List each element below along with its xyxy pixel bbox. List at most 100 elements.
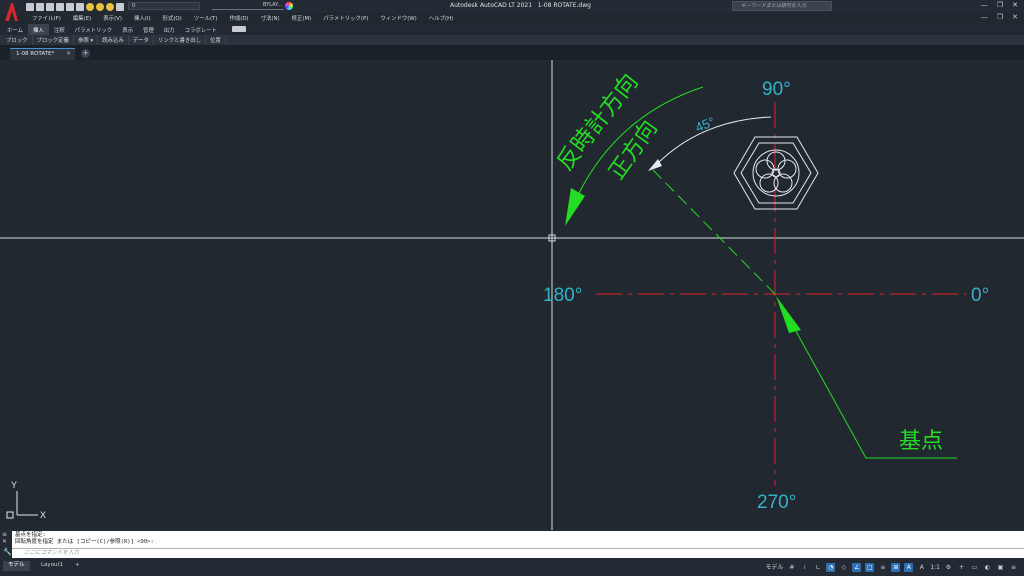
drawing-viewport[interactable]: 90° 180° 0° 270° 45° 反時計方向 正方向 基点 Y X	[0, 60, 1024, 530]
app-name: Autodesk AutoCAD LT 2021	[450, 2, 533, 9]
command-line-area: ≡ ✕ 基点を指定: 回転角度を指定 または [コピー(C)/参照(R)] <90…	[0, 530, 1024, 560]
lock-icon[interactable]	[106, 2, 114, 11]
polar-tracking-icon[interactable]: ◔	[826, 563, 836, 572]
angle-label-90: 90°	[762, 79, 791, 100]
isodraft-icon[interactable]: ◇	[839, 563, 848, 572]
customization-menu-icon[interactable]: ≡	[1009, 563, 1018, 572]
tab-home[interactable]: ホーム	[2, 24, 28, 35]
angle-label-180: 180°	[543, 285, 582, 306]
save-icon[interactable]	[46, 2, 54, 11]
ucs-y-label: Y	[11, 480, 17, 490]
tab-view[interactable]: 表示	[117, 24, 138, 35]
menu-draw[interactable]: 作成(D)	[223, 13, 254, 22]
command-input[interactable]: ここにコマンドを入力	[12, 548, 1024, 558]
menu-format[interactable]: 形式(O)	[157, 13, 188, 22]
doc-close-icon[interactable]: ✕	[1012, 13, 1018, 21]
clean-screen-icon[interactable]: ▣	[996, 563, 1005, 572]
object-snap-tracking-icon[interactable]: ∠	[852, 563, 862, 572]
color-wheel-icon[interactable]	[285, 2, 293, 10]
customize-wrench-icon[interactable]: 🔧	[3, 548, 12, 556]
close-tab-icon[interactable]: ×	[66, 49, 71, 59]
annotation-scale[interactable]: 1:1	[930, 563, 940, 572]
print-icon[interactable]	[66, 2, 74, 11]
new-file-icon[interactable]	[26, 2, 34, 11]
tab-collaborate[interactable]: コラボレート	[180, 24, 222, 35]
status-bar: モデル Layout1 + モデル # ⁞ ∟ ◔ ◇ ∠ □ ≡ ⊞ A A …	[0, 560, 1024, 576]
layer-dropdown[interactable]: 0	[128, 2, 200, 10]
command-history-icon[interactable]: ≡ ✕	[2, 531, 7, 545]
selection-cycling-icon[interactable]: ⊞	[891, 563, 901, 572]
menu-edit[interactable]: 編集(E)	[67, 13, 97, 22]
add-layout-button[interactable]: +	[70, 561, 85, 571]
panel-reference[interactable]: 参照 ▾	[74, 35, 99, 45]
panel-link-extract[interactable]: リンクと書き出し	[154, 35, 207, 45]
auto-scale-icon[interactable]: A	[917, 563, 926, 572]
menu-window[interactable]: ウィンドウ(W)	[374, 13, 423, 22]
isolate-objects-icon[interactable]: ◐	[983, 563, 992, 572]
panel-import[interactable]: 読み込み	[98, 35, 129, 45]
hardware-acceleration-icon[interactable]: ▭	[970, 563, 979, 572]
tab-output[interactable]: 出力	[159, 24, 180, 35]
menu-parametric[interactable]: パラメトリック(P)	[317, 13, 374, 22]
base-point-label: 基点	[899, 429, 943, 454]
search-input[interactable]: キーワードまたは語句を入力	[732, 1, 832, 11]
linetype-dropdown[interactable]: BYLAY...	[212, 2, 284, 10]
minimize-icon[interactable]: —	[981, 1, 988, 9]
title-bar: 0 BYLAY... Autodesk AutoCAD LT 2021 1-08…	[0, 0, 1024, 21]
status-toggles: モデル # ⁞ ∟ ◔ ◇ ∠ □ ≡ ⊞ A A 1:1 ⚙ + ▭ ◐ ▣ …	[765, 563, 1018, 572]
restore-icon[interactable]: ❐	[997, 1, 1003, 9]
file-tab[interactable]: 1-08 ROTATE* ×	[10, 48, 75, 60]
ribbon-tabs: ホーム 挿入 注釈 パラメトリック 表示 管理 出力 コラボレート	[0, 24, 1024, 35]
angle-label-270: 270°	[757, 492, 796, 513]
ribbon-toggle-button[interactable]	[231, 26, 246, 32]
tab-manage[interactable]: 管理	[138, 24, 159, 35]
menu-file[interactable]: ファイル(F)	[26, 13, 67, 22]
object-snap-icon[interactable]: □	[865, 563, 875, 572]
menu-help[interactable]: ヘルプ(H)	[423, 13, 459, 22]
new-tab-button[interactable]: +	[81, 49, 90, 58]
annotation-visibility-icon[interactable]: A	[904, 563, 914, 572]
sun-icon[interactable]	[96, 2, 104, 11]
model-space-button[interactable]: モデル	[765, 563, 783, 572]
open-file-icon[interactable]	[36, 2, 44, 11]
grid-icon[interactable]: #	[787, 563, 796, 572]
tab-insert[interactable]: 挿入	[28, 24, 49, 35]
file-tab-bar: 1-08 ROTATE* × +	[0, 45, 1024, 60]
window-title: Autodesk AutoCAD LT 2021 1-08 ROTATE.dwg	[450, 2, 591, 9]
angle-label-0: 0°	[971, 285, 989, 306]
menu-bar: ファイル(F) 編集(E) 表示(V) 挿入(I) 形式(O) ツール(T) 作…	[26, 13, 459, 22]
menu-tools[interactable]: ツール(T)	[188, 13, 224, 22]
close-icon[interactable]: ✕	[1012, 1, 1018, 9]
panel-block[interactable]: ブロック	[2, 35, 33, 45]
lightbulb-icon[interactable]	[86, 2, 94, 11]
autocad-logo-icon[interactable]	[3, 1, 19, 23]
menu-view[interactable]: 表示(V)	[97, 13, 128, 22]
gear-icon[interactable]: ⚙	[944, 563, 953, 572]
ucs-x-label: X	[40, 510, 46, 520]
file-name: 1-08 ROTATE.dwg	[537, 2, 591, 9]
menu-insert[interactable]: 挿入(I)	[128, 13, 157, 22]
document-window-controls: — ❐ ✕	[981, 13, 1018, 21]
doc-restore-icon[interactable]: ❐	[997, 13, 1003, 21]
tab-parametric[interactable]: パラメトリック	[70, 24, 118, 35]
panel-location[interactable]: 位置	[206, 35, 226, 45]
plus-icon[interactable]: +	[957, 563, 966, 572]
menu-modify[interactable]: 修正(M)	[286, 13, 318, 22]
undo-icon[interactable]	[76, 2, 84, 11]
snap-icon[interactable]: ⁞	[800, 563, 809, 572]
tab-layout1[interactable]: Layout1	[36, 561, 68, 571]
save-as-icon[interactable]	[56, 2, 64, 11]
doc-minimize-icon[interactable]: —	[981, 13, 988, 21]
command-history: 基点を指定: 回転角度を指定 または [コピー(C)/参照(R)] <90>:	[12, 531, 1024, 548]
menu-dimension[interactable]: 寸法(N)	[255, 13, 286, 22]
command-history-line: 基点を指定:	[15, 532, 46, 538]
command-history-line: 回転角度を指定 または [コピー(C)/参照(R)] <90>:	[15, 539, 154, 545]
lineweight-icon[interactable]: ≡	[878, 563, 887, 572]
layer-color-icon[interactable]	[116, 2, 124, 11]
ortho-icon[interactable]: ∟	[813, 563, 822, 572]
panel-data[interactable]: データ	[129, 35, 154, 45]
quick-access-toolbar	[26, 2, 124, 11]
tab-model[interactable]: モデル	[3, 561, 30, 571]
panel-block-definition[interactable]: ブロック定義	[33, 35, 74, 45]
tab-annotate[interactable]: 注釈	[49, 24, 70, 35]
